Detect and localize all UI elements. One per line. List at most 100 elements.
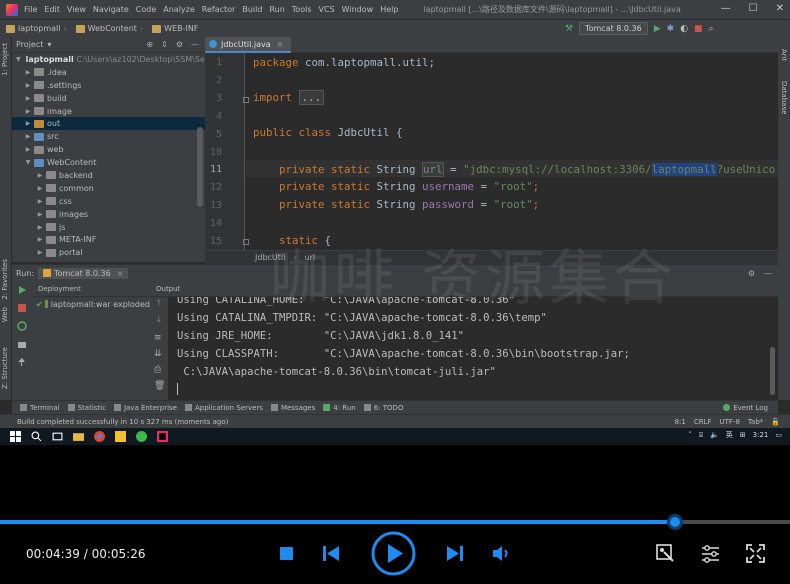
pin-icon[interactable] [17, 357, 27, 367]
locate-icon[interactable]: ⊕ [146, 40, 153, 49]
code-editor[interactable]: package com.laptopmall.util; import ... … [246, 53, 778, 250]
update-icon[interactable] [17, 321, 27, 331]
next-button-icon[interactable] [447, 546, 463, 561]
menu-help[interactable]: Help [380, 5, 398, 14]
stop-button-icon[interactable] [280, 547, 293, 560]
menu-vcs[interactable]: VCS [319, 5, 335, 14]
tab-todo[interactable]: 6: TODO [363, 404, 403, 412]
close-icon[interactable]: ✕ [776, 3, 784, 14]
trash-icon[interactable]: 🗑 [154, 381, 165, 391]
database-tool-button[interactable]: Database [780, 81, 788, 114]
fullscreen-icon[interactable] [746, 544, 765, 563]
settings-sliders-icon[interactable] [701, 544, 720, 563]
volume-icon[interactable]: 🔈 [710, 431, 719, 439]
maximize-icon[interactable]: ☐ [749, 3, 758, 14]
volume-button-icon[interactable] [493, 546, 512, 561]
network-icon[interactable]: ⌸ [699, 431, 703, 440]
menu-edit[interactable]: Edit [44, 5, 60, 14]
menu-analyze[interactable]: Analyze [163, 5, 195, 14]
editor-tab-jdbcutil[interactable]: JdbcUtil.java × [205, 37, 292, 53]
status-message[interactable]: Build completed successfully in 10 s 327… [17, 418, 228, 426]
stop-icon[interactable] [17, 303, 27, 313]
indent-setting[interactable]: Tab* [748, 418, 763, 426]
run-icon[interactable]: ▶ [654, 24, 661, 34]
rerun-icon[interactable] [17, 285, 27, 295]
menu-build[interactable]: Build [242, 5, 262, 14]
screenshot-edit-icon[interactable] [656, 544, 675, 563]
project-tool-button[interactable]: 1: Project [1, 43, 9, 76]
coverage-icon[interactable]: ◐ [680, 24, 688, 34]
input-language[interactable]: 英 [726, 430, 733, 440]
favorites-tool-button[interactable]: 2: Favorites [1, 259, 9, 300]
close-tab-icon[interactable]: × [277, 40, 284, 49]
tree-item-backend[interactable]: ▶ backend [12, 169, 205, 182]
menu-tools[interactable]: Tools [292, 5, 312, 14]
expand-arrow-icon[interactable]: ▶ [24, 133, 32, 140]
print-icon[interactable]: ⎙ [154, 365, 161, 375]
console-output[interactable]: Using CATALINA_HOME: "C:\JAVA\apache-tom… [168, 297, 778, 400]
tree-item-webcontent[interactable]: ▼ WebContent [12, 156, 205, 169]
folded-imports[interactable]: ... [298, 90, 325, 105]
expand-arrow-icon[interactable]: ▶ [24, 120, 32, 127]
clock[interactable]: 3:21 [753, 431, 769, 439]
chevron-up-icon[interactable]: ˄ [688, 431, 692, 439]
project-view-select[interactable]: Project [16, 40, 43, 49]
tab-messages[interactable]: Messages [270, 404, 315, 412]
progress-knob[interactable] [667, 514, 684, 530]
tab-statistic[interactable]: Statistic [67, 404, 106, 412]
tree-item-build[interactable]: ▶ build [12, 92, 205, 105]
tree-item-js[interactable]: ▶ js [12, 221, 205, 234]
debug-icon[interactable]: ✱ [667, 24, 675, 34]
gear-icon[interactable]: ⚙ [748, 269, 755, 278]
selected-text[interactable]: laptopmall [651, 163, 717, 176]
expand-arrow-icon[interactable]: ▶ [24, 69, 32, 76]
gear-icon[interactable]: ⚙ [176, 40, 183, 49]
sticky-notes-icon[interactable] [115, 431, 126, 442]
scroll-to-end-icon[interactable]: ⇊ [154, 349, 162, 359]
search-icon[interactable]: ⌕ [709, 24, 714, 34]
expand-arrow-icon[interactable]: ▶ [36, 249, 44, 256]
tree-item-image[interactable]: ▶ image [12, 105, 205, 118]
tree-item-src[interactable]: ▶ src [12, 130, 205, 143]
expand-arrow-icon[interactable]: ▶ [36, 236, 44, 243]
camera-icon[interactable] [17, 339, 27, 349]
chrome-icon[interactable] [94, 431, 105, 442]
play-button-icon[interactable] [371, 531, 416, 576]
expand-arrow-icon[interactable]: ▶ [36, 185, 44, 192]
expand-arrow-icon[interactable]: ▼ [16, 56, 21, 63]
deployment-item[interactable]: ✔ laptopmall:war exploded [32, 297, 150, 311]
expand-arrow-icon[interactable]: ▶ [36, 198, 44, 205]
search-icon[interactable] [31, 431, 42, 442]
breadcrumb-webinf[interactable]: WEB-INF [152, 24, 198, 33]
close-tab-icon[interactable]: × [117, 269, 124, 278]
notification-icon[interactable]: ▭ [775, 431, 782, 439]
tree-item-laptopmall[interactable]: ▼ laptopmall C:\Users\az102\Desktop\SSM\S… [12, 53, 205, 66]
tab-application-servers[interactable]: Application Servers [184, 404, 263, 412]
caret-position[interactable]: 8:1 [675, 418, 686, 426]
ime-icon[interactable]: ⊞ [740, 431, 746, 439]
windows-start-icon[interactable] [10, 431, 21, 442]
breadcrumb-class[interactable]: JdbcUtil [255, 253, 285, 262]
minimize-icon[interactable]: — [721, 3, 731, 14]
breadcrumb-project[interactable]: laptopmall [6, 24, 60, 33]
stop-icon[interactable]: ■ [694, 24, 703, 34]
structure-tool-button[interactable]: Z: Structure [1, 347, 9, 389]
menu-view[interactable]: View [67, 5, 86, 14]
menu-run[interactable]: Run [269, 5, 284, 14]
collapse-icon[interactable]: ⇕ [161, 40, 168, 49]
video-progress-bar[interactable] [0, 514, 790, 530]
expand-arrow-icon[interactable]: ▶ [24, 82, 32, 89]
tree-item-out[interactable]: ▶ out [12, 117, 205, 131]
tree-item-css[interactable]: ▶ css [12, 195, 205, 208]
tree-item-meta-inf[interactable]: ▶ META-INF [12, 233, 205, 246]
hammer-icon[interactable]: ⚒ [565, 24, 573, 34]
arrow-up-icon[interactable]: ↑ [155, 299, 163, 309]
menu-refactor[interactable]: Refactor [202, 5, 236, 14]
menu-window[interactable]: Window [342, 5, 374, 14]
tab-run[interactable]: 4: Run [323, 404, 356, 412]
expand-arrow-icon[interactable]: ▶ [24, 146, 32, 153]
web-tool-button[interactable]: Web [1, 307, 9, 322]
console-scrollbar[interactable] [770, 347, 775, 395]
line-separator[interactable]: CRLF [694, 418, 712, 426]
menu-file[interactable]: File [24, 5, 37, 14]
